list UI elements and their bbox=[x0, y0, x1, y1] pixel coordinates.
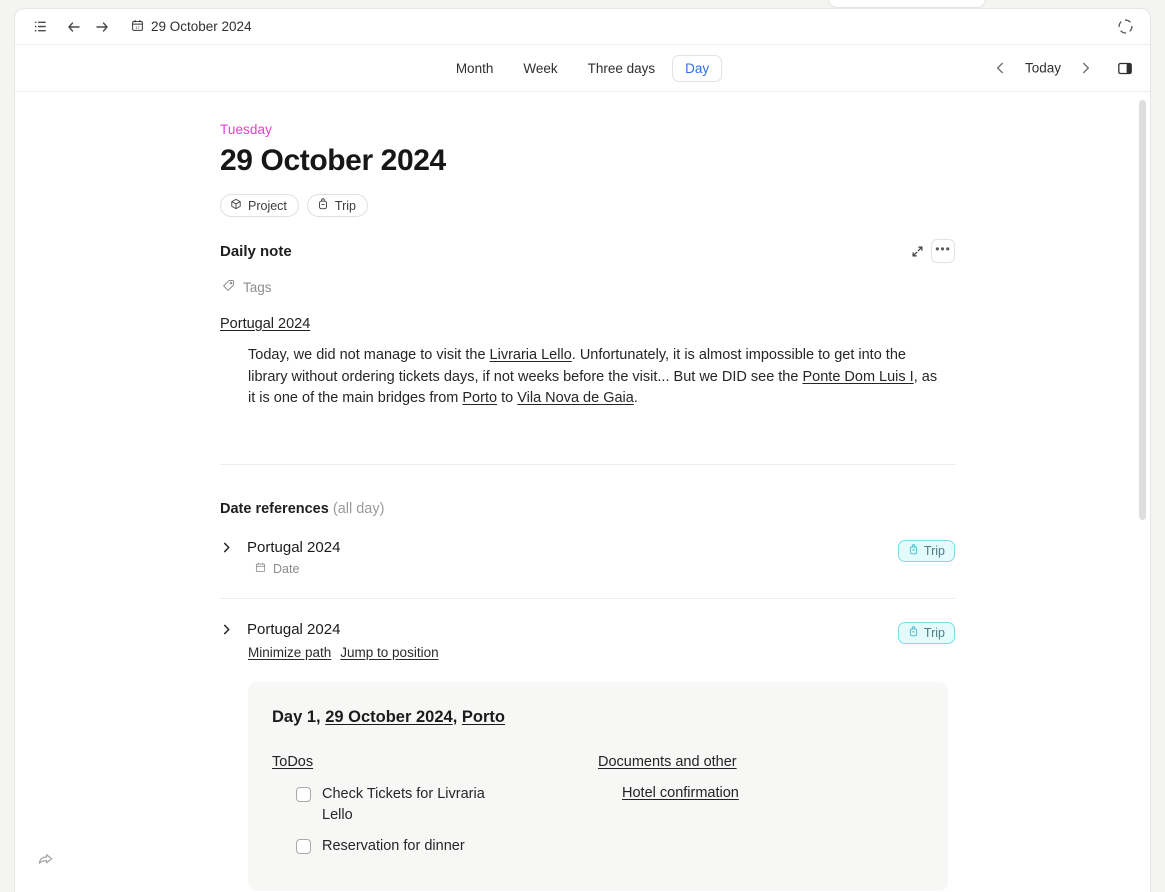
tab-day[interactable]: Day bbox=[672, 54, 723, 82]
note-doc-link[interactable]: Portugal 2024 bbox=[220, 316, 310, 332]
reference-row-1: Portugal 2024 Trip Date bbox=[220, 517, 955, 599]
todos-header[interactable]: ToDos bbox=[272, 754, 313, 770]
page-title: 29 October 2024 bbox=[220, 144, 446, 177]
daily-note-header: Daily note ••• bbox=[220, 239, 955, 263]
view-nav-controls: Today bbox=[987, 55, 1138, 82]
link-porto[interactable]: Porto bbox=[462, 390, 497, 406]
weekday-label: Tuesday bbox=[220, 122, 272, 137]
paragraph-text-1: Today, we did not manage to visit the bbox=[248, 347, 490, 363]
chip-trip-label: Trip bbox=[334, 198, 356, 213]
section-divider bbox=[220, 463, 955, 465]
toggle-sidepanel-icon[interactable] bbox=[1111, 55, 1138, 82]
tags-label: Tags bbox=[243, 279, 272, 295]
todos-column: ToDos Check Tickets for Livraria Lello R… bbox=[272, 753, 598, 867]
paragraph-text-5: . bbox=[633, 390, 638, 406]
reference-row-2: Portugal 2024 Trip Minimize path Jump to… bbox=[220, 599, 955, 891]
back-arrow-icon[interactable] bbox=[61, 14, 87, 40]
calendar-small-icon bbox=[255, 562, 266, 576]
status-badge-trip-1[interactable]: Trip bbox=[897, 539, 955, 562]
embedded-card-columns: ToDos Check Tickets for Livraria Lello R… bbox=[272, 753, 924, 867]
embedded-day-card: Day 1, 29 October 2024, Porto ToDos Chec… bbox=[248, 681, 948, 891]
todo-checkbox[interactable] bbox=[296, 786, 311, 802]
cube-icon bbox=[230, 198, 242, 213]
note-paragraph: Today, we did not manage to visit the Li… bbox=[248, 345, 938, 410]
tag-icon bbox=[222, 279, 235, 295]
documents-column: Documents and other Hotel confirmation bbox=[598, 753, 924, 867]
status-badge-trip-2[interactable]: Trip bbox=[897, 621, 955, 644]
day-page: Tuesday 29 October 2024 Project Trip Dai… bbox=[15, 92, 1150, 891]
backpack-icon bbox=[908, 625, 919, 640]
todo-checkbox[interactable] bbox=[296, 838, 311, 854]
link-vila-nova-de-gaia[interactable]: Vila Nova de Gaia bbox=[517, 390, 634, 406]
page-column: Tuesday 29 October 2024 Project Trip Dai… bbox=[220, 122, 955, 891]
documents-list: Hotel confirmation bbox=[598, 784, 924, 802]
embedded-card-title: Day 1, 29 October 2024, Porto bbox=[272, 708, 924, 727]
vertical-scrollbar[interactable] bbox=[1139, 100, 1146, 520]
reference-row-1-subtitle: Date bbox=[255, 562, 955, 576]
todo-item[interactable]: Check Tickets for Livraria Lello bbox=[296, 784, 511, 826]
app-window: 17 29 October 2024 Month Week Three days… bbox=[14, 8, 1151, 892]
link-ponte-dom-luis[interactable]: Ponte Dom Luis I bbox=[802, 369, 913, 385]
backpack-icon bbox=[908, 543, 919, 558]
breadcrumb[interactable]: 17 29 October 2024 bbox=[131, 19, 252, 35]
reference-row-1-sublabel: Date bbox=[273, 561, 300, 576]
date-references-heading: Date references (all day) bbox=[220, 501, 955, 517]
calendar-icon: 17 bbox=[131, 19, 144, 35]
embedded-title-separator: , bbox=[452, 707, 462, 726]
tab-three-days[interactable]: Three days bbox=[575, 55, 669, 82]
tags-row[interactable]: Tags bbox=[222, 279, 955, 295]
daily-note-title: Daily note bbox=[220, 242, 292, 260]
tab-week[interactable]: Week bbox=[510, 55, 570, 82]
focus-mode-icon[interactable] bbox=[1112, 14, 1138, 40]
share-arrow-icon[interactable] bbox=[33, 846, 57, 870]
tab-month[interactable]: Month bbox=[443, 55, 507, 82]
chevron-right-icon[interactable] bbox=[220, 541, 233, 554]
documents-header[interactable]: Documents and other bbox=[598, 754, 737, 770]
breadcrumb-label: 29 October 2024 bbox=[151, 19, 252, 34]
document-link[interactable]: Hotel confirmation bbox=[622, 785, 739, 801]
reference-row-1-title: Portugal 2024 bbox=[247, 538, 341, 556]
embedded-title-date-link[interactable]: 29 October 2024 bbox=[325, 708, 453, 726]
todo-label: Reservation for dinner bbox=[322, 837, 465, 854]
expand-diagonal-icon[interactable] bbox=[911, 245, 924, 258]
date-references-label: Date references bbox=[220, 500, 329, 517]
status-badge-trip-1-label: Trip bbox=[923, 543, 945, 558]
chevron-right-icon[interactable] bbox=[220, 623, 233, 636]
view-switcher-bar: Month Week Three days Day Today bbox=[15, 45, 1150, 92]
svg-text:17: 17 bbox=[135, 24, 140, 29]
jump-to-position-link[interactable]: Jump to position bbox=[340, 645, 438, 660]
chevron-right-icon[interactable] bbox=[1072, 55, 1099, 82]
chip-trip[interactable]: Trip bbox=[306, 194, 368, 217]
more-options-button[interactable]: ••• bbox=[931, 239, 955, 263]
list-icon[interactable] bbox=[27, 14, 53, 40]
window-peek-bar bbox=[828, 0, 986, 8]
today-button[interactable]: Today bbox=[1016, 57, 1070, 80]
page-scroll-area: Tuesday 29 October 2024 Project Trip Dai… bbox=[15, 92, 1150, 891]
embedded-title-place-link[interactable]: Porto bbox=[462, 708, 505, 726]
chip-project-label: Project bbox=[248, 198, 287, 213]
reference-row-2-title: Portugal 2024 bbox=[247, 620, 341, 638]
todo-label: Check Tickets for Livraria Lello bbox=[322, 785, 485, 823]
daily-note-actions: ••• bbox=[911, 239, 955, 263]
embedded-title-prefix: Day 1, bbox=[272, 707, 326, 726]
link-livraria-lello[interactable]: Livraria Lello bbox=[490, 347, 572, 363]
paragraph-text-4: to bbox=[497, 390, 518, 406]
reference-row-1-line[interactable]: Portugal 2024 bbox=[220, 539, 955, 556]
minimize-path-link[interactable]: Minimize path bbox=[248, 645, 331, 660]
view-tabs: Month Week Three days Day bbox=[443, 54, 723, 82]
date-references-sublabel: (all day) bbox=[332, 500, 385, 517]
chevron-left-icon[interactable] bbox=[987, 55, 1014, 82]
status-badge-trip-2-label: Trip bbox=[923, 625, 945, 640]
page-chips: Project Trip bbox=[220, 194, 955, 217]
reference-row-2-line[interactable]: Portugal 2024 bbox=[220, 621, 955, 638]
forward-arrow-icon[interactable] bbox=[89, 14, 115, 40]
reference-row-2-path-links: Minimize path Jump to position bbox=[248, 645, 955, 660]
todo-item[interactable]: Reservation for dinner bbox=[296, 836, 511, 857]
top-toolbar: 17 29 October 2024 bbox=[15, 9, 1150, 45]
chip-project[interactable]: Project bbox=[220, 194, 299, 217]
backpack-icon bbox=[317, 198, 329, 213]
